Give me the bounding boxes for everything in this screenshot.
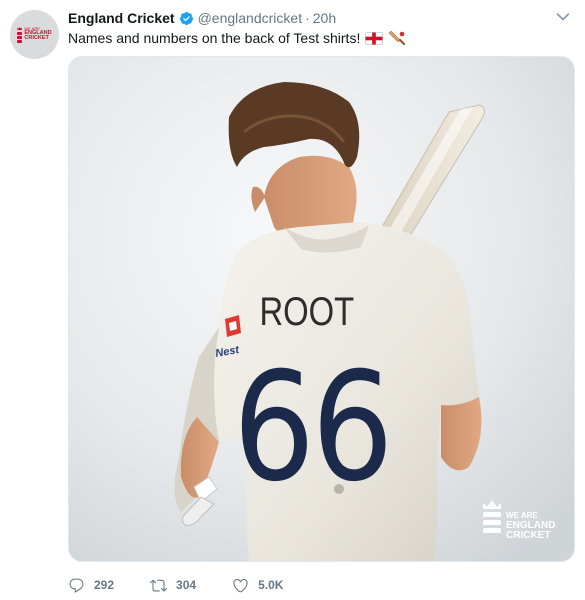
shirt-name: ROOT (259, 289, 354, 334)
separator-dot: · (305, 10, 310, 26)
reply-button[interactable]: 292 (68, 577, 114, 594)
reply-count: 292 (94, 578, 115, 592)
tweet-timestamp[interactable]: 20h (313, 10, 336, 26)
tweet[interactable]: WE ARE ENGLAND CRICKET England Cricket @… (0, 0, 585, 600)
tweet-media-photo[interactable]: Nest ROOT 66 WE ARE ENGLAND CRICKET (68, 56, 575, 562)
three-lions-icon (17, 27, 23, 43)
cricket-bat-emoji (388, 30, 406, 46)
author-name[interactable]: England Cricket (68, 10, 175, 26)
shirt-number: 66 (233, 340, 390, 515)
avatar[interactable]: WE ARE ENGLAND CRICKET (10, 10, 59, 59)
tweet-text: Names and numbers on the back of Test sh… (68, 29, 406, 47)
verified-badge-icon (179, 11, 193, 25)
retweet-button[interactable]: 304 (150, 577, 196, 594)
heart-icon (233, 578, 248, 592)
like-button[interactable]: 5.0K (232, 577, 283, 594)
tweet-header: England Cricket @englandcricket · 20h (68, 9, 336, 27)
tweet-actions: 292 304 5.0K (68, 574, 319, 596)
logo-line3: CRICKET (506, 530, 550, 541)
retweet-count: 304 (176, 578, 197, 592)
reply-icon (69, 578, 84, 593)
tweet-text-content: Names and numbers on the back of Test sh… (68, 30, 361, 46)
like-count: 5.0K (258, 578, 284, 592)
avatar-line3: CRICKET (24, 35, 49, 41)
retweet-icon (150, 579, 168, 591)
chevron-down-icon[interactable] (556, 12, 570, 22)
flag-england-emoji (365, 31, 384, 45)
author-handle[interactable]: @englandcricket (198, 10, 303, 26)
logo-line1: WE ARE (506, 511, 538, 520)
avatar-logo: WE ARE ENGLAND CRICKET (17, 26, 52, 43)
